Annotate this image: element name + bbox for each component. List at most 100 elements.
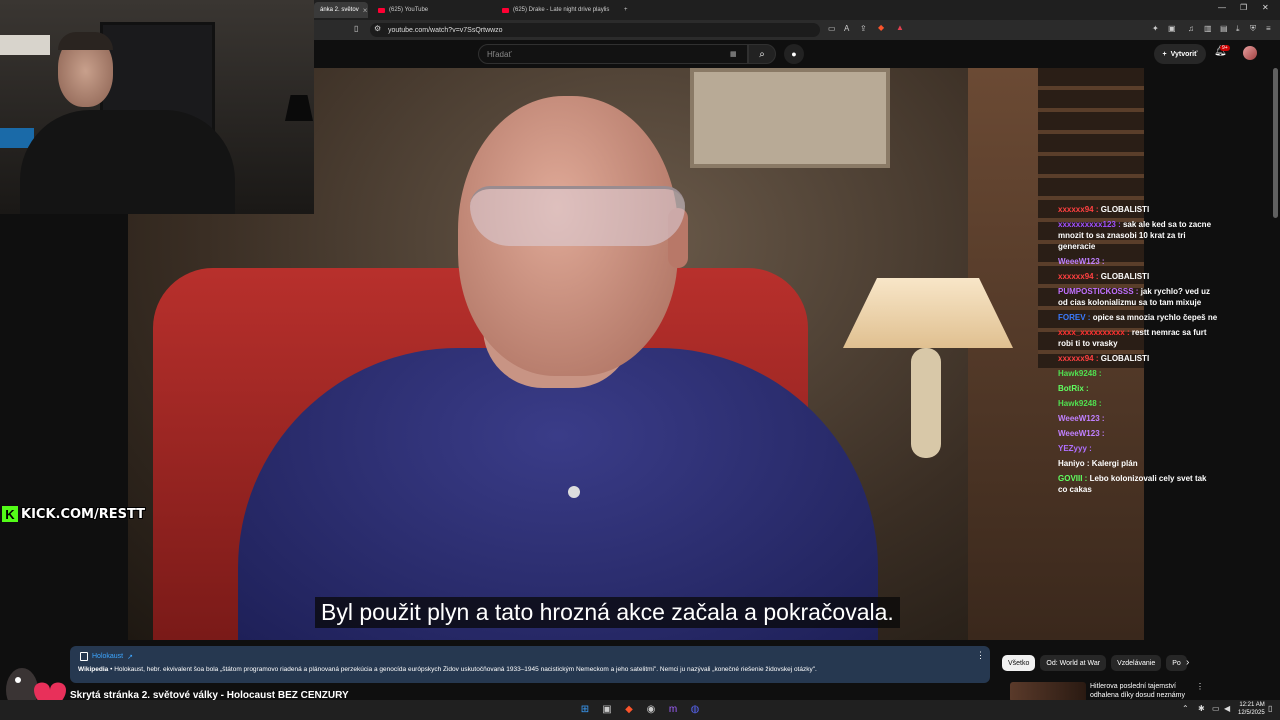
chat-username[interactable]: xxxxxx94 : bbox=[1058, 272, 1098, 281]
volume-icon[interactable]: ◀ bbox=[1224, 704, 1230, 713]
plus-icon: + bbox=[624, 7, 628, 13]
video-shirt-button bbox=[568, 486, 580, 498]
chat-username[interactable]: xxxx_xxxxxxxxxx : bbox=[1058, 328, 1130, 337]
chat-text: GLOBALISTI bbox=[1100, 205, 1150, 214]
chat-username[interactable]: xxxxxx94 : bbox=[1058, 205, 1098, 214]
chat-text: GLOBALISTI bbox=[1100, 354, 1150, 363]
discord-icon[interactable]: ◍ bbox=[689, 703, 701, 715]
wallet-icon[interactable]: ▣ bbox=[1168, 24, 1176, 33]
rewards-icon[interactable]: ▲ bbox=[896, 23, 904, 32]
chip-all[interactable]: Všetko bbox=[1002, 655, 1036, 671]
chat-username[interactable]: Hawk9248 : bbox=[1058, 369, 1102, 378]
network-icon[interactable]: ▭ bbox=[1212, 704, 1220, 713]
mic-icon: ● bbox=[791, 49, 797, 59]
webcam-overlay bbox=[0, 0, 314, 214]
chat-username[interactable]: FOREV : bbox=[1058, 313, 1090, 322]
webcam-streamer-hair bbox=[58, 32, 113, 50]
chat-message: Haniyo : Kalergi plán bbox=[1058, 458, 1218, 469]
taskbar-clock[interactable]: 12:21 AM 12/5/2025 bbox=[1238, 701, 1265, 717]
extensions-icon[interactable]: ✦ bbox=[1152, 24, 1159, 33]
info-panel-title[interactable]: Holokaust ↗ bbox=[80, 652, 133, 661]
chip-education[interactable]: Vzdelávanie bbox=[1111, 655, 1162, 671]
screen-icon[interactable]: ▭ bbox=[828, 24, 836, 33]
youtube-icon bbox=[502, 7, 509, 13]
vpn-icon[interactable]: ⛨ bbox=[1250, 24, 1256, 34]
create-button[interactable]: + Vytvoriť bbox=[1154, 44, 1206, 64]
share-icon[interactable]: ⇪ bbox=[860, 24, 867, 33]
download-icon[interactable]: ⤓ bbox=[1236, 24, 1240, 34]
close-window-button[interactable]: ✕ bbox=[1262, 3, 1269, 12]
search-input[interactable]: Hľadať bbox=[478, 44, 748, 64]
chat-username[interactable]: WeeeW123 : bbox=[1058, 429, 1105, 438]
chat-text: GLOBALISTI bbox=[1100, 272, 1150, 281]
chat-message: YEZyyy : bbox=[1058, 443, 1218, 454]
chat-username[interactable]: YEZyyy : bbox=[1058, 444, 1092, 453]
info-panel[interactable] bbox=[70, 646, 990, 683]
search-placeholder: Hľadať bbox=[487, 49, 512, 59]
chat-message: FOREV : opice sa mnozia rychlo čepeš ne bbox=[1058, 312, 1218, 323]
translate-icon[interactable]: A bbox=[844, 24, 849, 33]
external-link-icon: ↗ bbox=[127, 653, 134, 661]
info-panel-source: Wikipedia bbox=[78, 666, 109, 673]
notifications-icon[interactable]: ▯ bbox=[1268, 704, 1272, 713]
chat-username[interactable]: GOVIII : bbox=[1058, 474, 1087, 483]
maximize-button[interactable]: ❐ bbox=[1240, 3, 1247, 12]
task-view-icon[interactable]: ▣ bbox=[601, 703, 613, 715]
new-tab-button[interactable]: + bbox=[618, 2, 634, 18]
chat-message: PUMPOSTICKOSSS : jak rychlo? ved uz od c… bbox=[1058, 286, 1218, 308]
tabs-icon[interactable]: ▤ bbox=[1220, 24, 1228, 33]
chat-message: Hawk9248 : bbox=[1058, 368, 1218, 379]
chat-message: WeeeW123 : bbox=[1058, 413, 1218, 424]
plus-icon: + bbox=[1162, 50, 1167, 58]
menu-icon[interactable]: ≡ bbox=[1266, 24, 1271, 33]
chat-username[interactable]: WeeeW123 : bbox=[1058, 257, 1105, 266]
app-icon[interactable]: m bbox=[667, 703, 679, 715]
avatar[interactable] bbox=[1243, 46, 1257, 60]
chat-message: Hawk9248 : bbox=[1058, 398, 1218, 409]
chat-username[interactable]: WeeeW123 : bbox=[1058, 414, 1105, 423]
chip-world-at-war[interactable]: Od: World at War bbox=[1040, 655, 1107, 671]
related-video-title[interactable]: Hitlerova poslední tajemství odhalena dí… bbox=[1090, 682, 1190, 700]
chevron-right-icon[interactable]: › bbox=[1186, 657, 1189, 668]
tab-drake[interactable]: (625) Drake - Late night drive playlis bbox=[496, 2, 616, 18]
keyboard-icon[interactable]: ▦ bbox=[730, 50, 737, 58]
chat-username[interactable]: xxxxxx94 : bbox=[1058, 354, 1098, 363]
chat-message: xxxxxx94 : GLOBALISTI bbox=[1058, 271, 1218, 282]
close-icon[interactable]: × bbox=[363, 6, 368, 15]
more-options-icon[interactable]: ⋮ bbox=[976, 650, 985, 661]
webcam-streamer-body bbox=[20, 110, 235, 214]
youtube-icon bbox=[378, 7, 385, 13]
brave-browser-icon[interactable]: ◆ bbox=[623, 703, 635, 715]
kick-handle-overlay: K KICK.COM/RESTT bbox=[2, 505, 145, 523]
chat-username[interactable]: Hawk9248 : bbox=[1058, 399, 1102, 408]
chevron-up-icon[interactable]: ⌃ bbox=[1182, 704, 1189, 713]
chat-message: GOVIII : Lebo kolonizovali cely svet tak… bbox=[1058, 473, 1218, 495]
more-options-icon[interactable]: ⋮ bbox=[1196, 682, 1204, 691]
sidebar-icon[interactable]: ▥ bbox=[1204, 24, 1212, 33]
media-icon[interactable]: ♫ bbox=[1188, 24, 1194, 33]
bluetooth-icon[interactable]: ✱ bbox=[1198, 704, 1205, 713]
site-info-icon[interactable]: ⚙ bbox=[374, 24, 381, 33]
chip-more[interactable]: Po bbox=[1166, 655, 1187, 671]
bookmark-icon[interactable]: ▯ bbox=[354, 24, 358, 33]
minimize-button[interactable]: — bbox=[1218, 3, 1226, 12]
related-video-thumbnail[interactable] bbox=[1010, 682, 1086, 702]
chat-username[interactable]: BotRix : bbox=[1058, 384, 1089, 393]
windows-start-icon[interactable]: ⊞ bbox=[579, 703, 591, 715]
url-bar[interactable]: youtube.com/watch?v=v7SsQrtwwzo bbox=[370, 23, 820, 37]
clock-date: 12/5/2025 bbox=[1238, 710, 1265, 716]
chat-message: xxxx_xxxxxxxxxx : restt nemrac sa furt r… bbox=[1058, 327, 1218, 349]
search-button[interactable]: ⌕ bbox=[748, 44, 776, 64]
tab-active[interactable]: ánka 2. světov × bbox=[314, 2, 368, 18]
brave-shield-icon[interactable]: ◆ bbox=[878, 23, 884, 32]
chat-text: opice sa mnozia rychlo čepeš ne bbox=[1092, 313, 1218, 322]
tab-youtube[interactable]: (625) YouTube bbox=[372, 2, 492, 18]
chat-text: Kalergi plán bbox=[1091, 459, 1138, 468]
chat-username[interactable]: PUMPOSTICKOSSS : bbox=[1058, 287, 1138, 296]
chat-username[interactable]: xxxxxxxxxx123 : bbox=[1058, 220, 1121, 229]
obs-icon[interactable]: ◉ bbox=[645, 703, 657, 715]
chat-username[interactable]: Haniyo : bbox=[1058, 459, 1090, 468]
voice-search-button[interactable]: ● bbox=[784, 44, 804, 64]
chat-message: xxxxxx94 : GLOBALISTI bbox=[1058, 204, 1218, 215]
page-scrollbar[interactable] bbox=[1273, 68, 1278, 218]
